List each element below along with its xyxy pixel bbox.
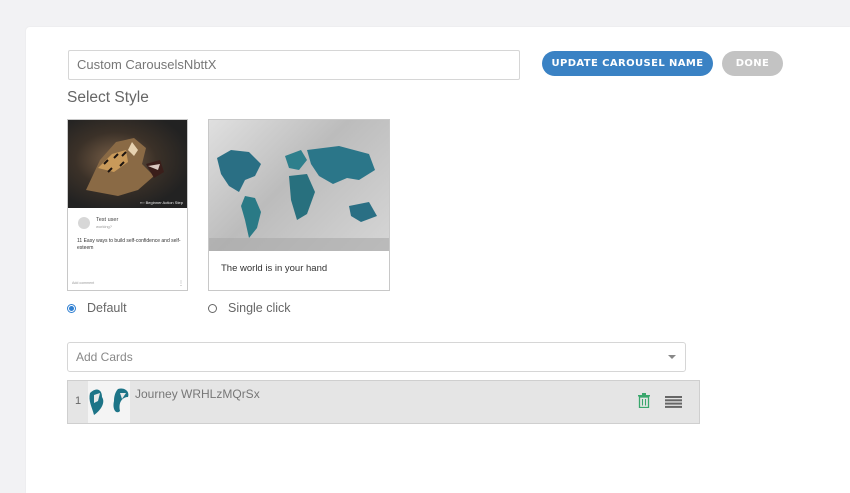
carousel-name-input[interactable]: Custom CarouselsNbttX [68,50,520,80]
chevron-down-icon[interactable] [668,355,676,359]
preview-user-status: working? [96,224,113,229]
image-caption: ▪▫▫ Beginner Action Step [140,200,183,205]
preview-card-text: 11 Easy ways to build self-confidence an… [77,238,181,251]
radio-unselected-icon[interactable] [208,303,217,313]
radio-selected-icon[interactable] [67,303,76,313]
style-option-single-click[interactable]: Single click [208,301,291,315]
tiger-image: ▪▫▫ Beginner Action Step [68,120,187,208]
preview-add-comment: Add comment [72,281,95,285]
done-button[interactable]: DONE [722,51,783,76]
update-carousel-name-button[interactable]: UPDATE CAROUSEL NAME [542,51,713,76]
style-option-label: Default [87,301,127,315]
drag-handle-icon[interactable] [665,395,682,413]
style-option-label: Single click [228,301,291,315]
card-list-item[interactable]: 1 Journey WRHLzMQrSx [67,380,700,424]
world-map-image [209,120,389,251]
default-style-preview[interactable]: ▪▫▫ Beginner Action Step Test user worki… [67,119,188,291]
trash-icon[interactable] [638,393,650,413]
card-index: 1 [75,395,82,407]
preview-card-text: The world is in your hand [221,263,328,274]
card-thumbnail [88,381,130,423]
add-cards-select[interactable]: Add Cards [67,342,686,372]
preview-user-name: Test user [96,217,119,223]
more-options-icon: ⋮ [178,281,184,287]
card-title: Journey WRHLzMQrSx [135,387,260,401]
single-click-style-preview[interactable]: The world is in your hand [208,119,390,291]
image-caption-text: Beginner Action Step [145,200,183,205]
add-cards-placeholder: Add Cards [76,350,133,364]
select-style-heading: Select Style [67,89,149,106]
avatar [78,217,90,229]
style-option-default[interactable]: Default [67,301,127,315]
